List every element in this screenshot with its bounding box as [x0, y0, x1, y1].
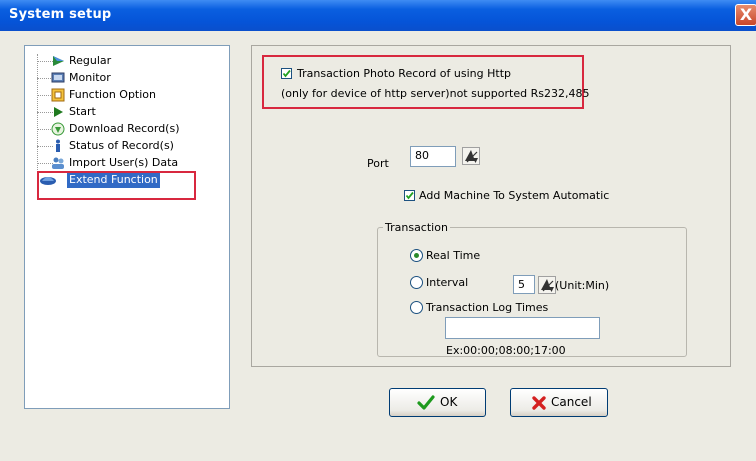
- monitor-icon: [51, 71, 65, 85]
- spin-arrows-icon: [462, 147, 480, 165]
- port-input[interactable]: 80: [410, 146, 456, 167]
- tree-item-label: Monitor: [69, 71, 111, 84]
- log-times-input[interactable]: [445, 317, 600, 339]
- transaction-legend: Transaction: [383, 221, 450, 234]
- tree-highlight-box: [37, 171, 196, 200]
- tree-item-label: Import User(s) Data: [69, 156, 179, 169]
- log-times-label: Transaction Log Times: [426, 301, 549, 314]
- tree-connector: [37, 54, 38, 174]
- log-times-radio[interactable]: [410, 301, 423, 314]
- tree-item-label: Download Record(s): [69, 122, 180, 135]
- ok-label: OK: [440, 395, 458, 409]
- real-time-label: Real Time: [426, 249, 481, 262]
- x-icon: [531, 395, 547, 414]
- tree-item-label: Regular: [69, 54, 112, 67]
- checkmark-icon: [417, 395, 435, 414]
- ok-button[interactable]: OK: [389, 388, 486, 417]
- info-icon: [51, 139, 65, 153]
- spin-arrows-icon: [538, 276, 556, 294]
- arrow-right-icon: [51, 54, 65, 68]
- settings-tree: Regular Monitor Function Option Start Do…: [24, 45, 230, 409]
- title-bar: System setup: [0, 0, 756, 31]
- port-spin-button[interactable]: [462, 147, 480, 165]
- play-icon: [51, 105, 65, 119]
- function-option-icon: [51, 88, 65, 102]
- window-title: System setup: [9, 7, 112, 22]
- interval-input[interactable]: 5: [513, 275, 535, 294]
- cancel-label: Cancel: [551, 395, 592, 409]
- interval-spin-button[interactable]: [538, 276, 556, 294]
- close-icon: X: [739, 5, 753, 24]
- add-machine-checkbox[interactable]: [404, 190, 415, 201]
- log-times-example: Ex:00:00;08:00;17:00: [446, 344, 566, 357]
- port-label: Port: [367, 157, 389, 170]
- interval-label: Interval: [426, 276, 469, 289]
- interval-value: 5: [518, 278, 525, 291]
- users-icon: [51, 156, 65, 170]
- cancel-button[interactable]: Cancel: [510, 388, 608, 417]
- real-time-radio[interactable]: [410, 249, 423, 262]
- tree-item-label: Start: [69, 105, 96, 118]
- close-button[interactable]: X: [735, 4, 756, 26]
- add-machine-label: Add Machine To System Automatic: [419, 189, 610, 202]
- tree-item-label: Function Option: [69, 88, 156, 101]
- http-photo-label: Transaction Photo Record of using Http: [297, 67, 511, 80]
- tree-item-label: Status of Record(s): [69, 139, 174, 152]
- port-value: 80: [415, 149, 429, 162]
- download-icon: [51, 122, 65, 136]
- http-photo-checkbox[interactable]: [281, 68, 292, 79]
- http-note: (only for device of http server)not supp…: [281, 87, 590, 100]
- interval-unit: (Unit:Min): [555, 279, 610, 292]
- interval-radio[interactable]: [410, 276, 423, 289]
- http-highlight-box: [262, 55, 584, 109]
